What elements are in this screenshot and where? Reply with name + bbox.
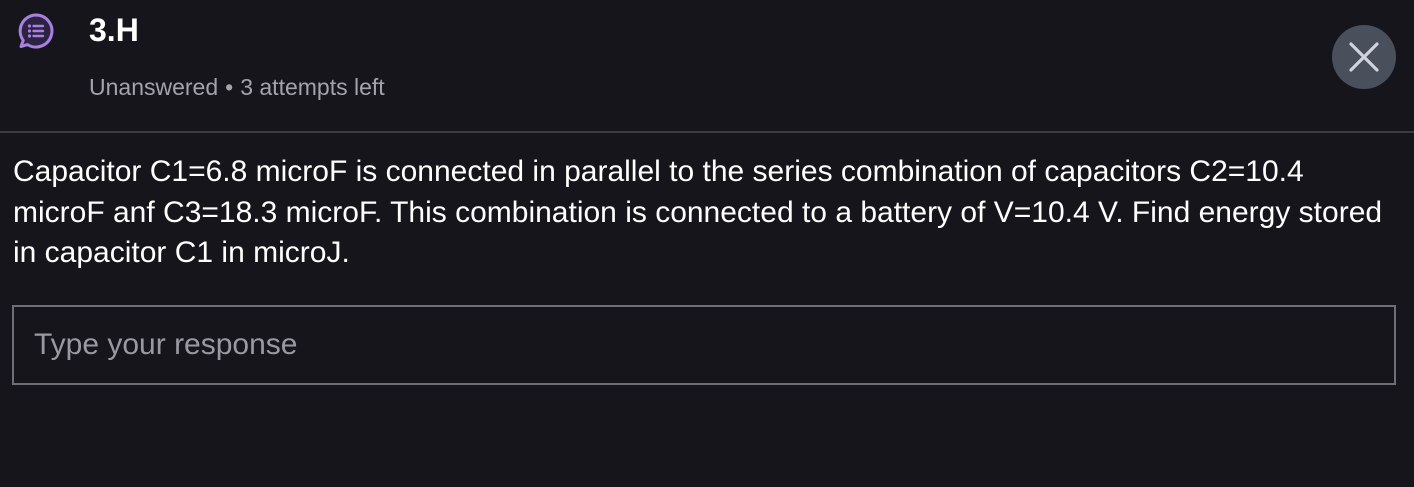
attempts-label: 3 attempts left (240, 74, 385, 100)
response-input[interactable] (14, 307, 1394, 383)
status-label: Unanswered (89, 74, 219, 100)
question-title: 3.H (89, 12, 139, 48)
close-button[interactable] (1332, 25, 1396, 89)
close-icon (1349, 42, 1379, 72)
meta-separator: • (225, 74, 234, 100)
question-chat-icon (17, 12, 55, 50)
question-text: Capacitor C1=6.8 microF is connected in … (13, 155, 1383, 269)
question-meta: Unanswered • 3 attempts left (89, 72, 385, 102)
question-header: 3.H Unanswered • 3 attempts left (0, 0, 1414, 133)
response-field[interactable] (12, 305, 1396, 385)
